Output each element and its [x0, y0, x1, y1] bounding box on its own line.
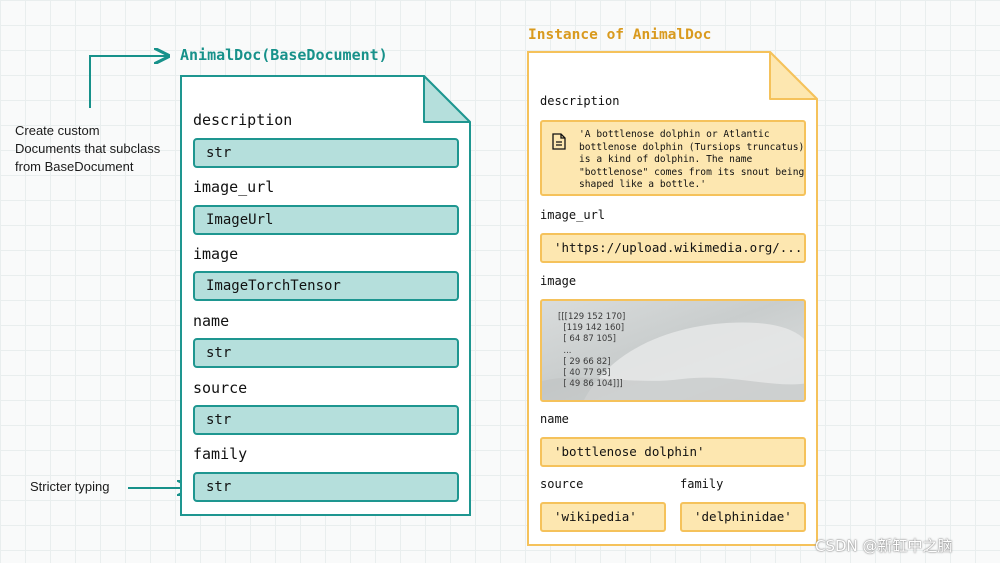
instance-label-name: name: [540, 412, 569, 426]
description-line: shaped like a bottle.': [579, 179, 707, 191]
schema-field-type-name: str: [193, 338, 459, 368]
watermark: CSDN @新缸中之脑: [815, 537, 953, 555]
schema-field-label-source: source: [193, 379, 248, 397]
schema-field-label-name: name: [193, 312, 230, 330]
schema-document-title: AnimalDoc(BaseDocument): [180, 46, 388, 64]
schema-field-label-image: image: [193, 245, 239, 263]
tensor-line: ...: [558, 345, 572, 356]
instance-description-text: 'A bottlenose dolphin or Atlantic bottle…: [579, 129, 804, 192]
description-line: is a kind of dolphin. The name: [579, 154, 753, 166]
schema-field-type-family: str: [193, 472, 459, 502]
stricter-typing-note: Stricter typing: [30, 479, 110, 494]
description-line: 'A bottlenose dolphin or Atlantic: [579, 129, 770, 140]
schema-field-type-image: ImageTorchTensor: [193, 271, 459, 301]
tensor-line: [[[129 152 170]: [558, 312, 626, 322]
document-icon: [552, 133, 566, 150]
dolphin-image: [[[129 152 170] [119 142 160] [ 64 87 10…: [540, 299, 806, 402]
tensor-line: [ 29 66 82]: [558, 356, 611, 367]
instance-label-family: family: [680, 477, 724, 491]
schema-field-label-image-url: image_url: [193, 178, 275, 196]
subclass-arrow: [89, 56, 168, 108]
tensor-line: [ 64 87 105]: [558, 334, 616, 345]
schema-field-label-description: description: [193, 111, 293, 129]
schema-field-type-source: str: [193, 405, 459, 435]
instance-document-title: Instance of AnimalDoc: [528, 27, 712, 43]
schema-document-fold: [423, 75, 471, 123]
schema-field-type-description: str: [193, 138, 459, 168]
description-line: "bottlenose" comes from its snout being: [579, 166, 805, 178]
instance-value-source: 'wikipedia': [540, 502, 666, 532]
connector-layer: [89, 0, 818, 546]
instance-value-image-url: 'https://upload.wikimedia.org/...': [540, 233, 806, 263]
instance-label-image-url: image_url: [540, 208, 606, 222]
tensor-line: [ 40 77 95]: [558, 368, 611, 379]
instance-value-name: 'bottlenose dolphin': [540, 437, 806, 467]
instance-value-family: 'delphinidae': [680, 502, 806, 532]
schema-field-label-family: family: [193, 445, 248, 463]
tensor-line: [119 142 160]: [558, 323, 625, 334]
instance-label-description: description: [540, 94, 620, 108]
description-line: bottlenose dolphin (Tursiops truncatus): [579, 141, 805, 153]
instance-document-fold: [769, 51, 818, 100]
tensor-line: [ 49 86 104]]]: [558, 379, 623, 390]
tensor-values: [[[129 152 170] [119 142 160] [ 64 87 10…: [558, 312, 625, 390]
instance-label-image: image: [540, 274, 577, 288]
instance-label-source: source: [540, 477, 584, 491]
instance-description-box: 'A bottlenose dolphin or Atlantic bottle…: [540, 120, 806, 196]
schema-field-type-image-url: ImageUrl: [193, 205, 459, 235]
custom-documents-note: Create custom Documents that subclass fr…: [15, 123, 161, 174]
